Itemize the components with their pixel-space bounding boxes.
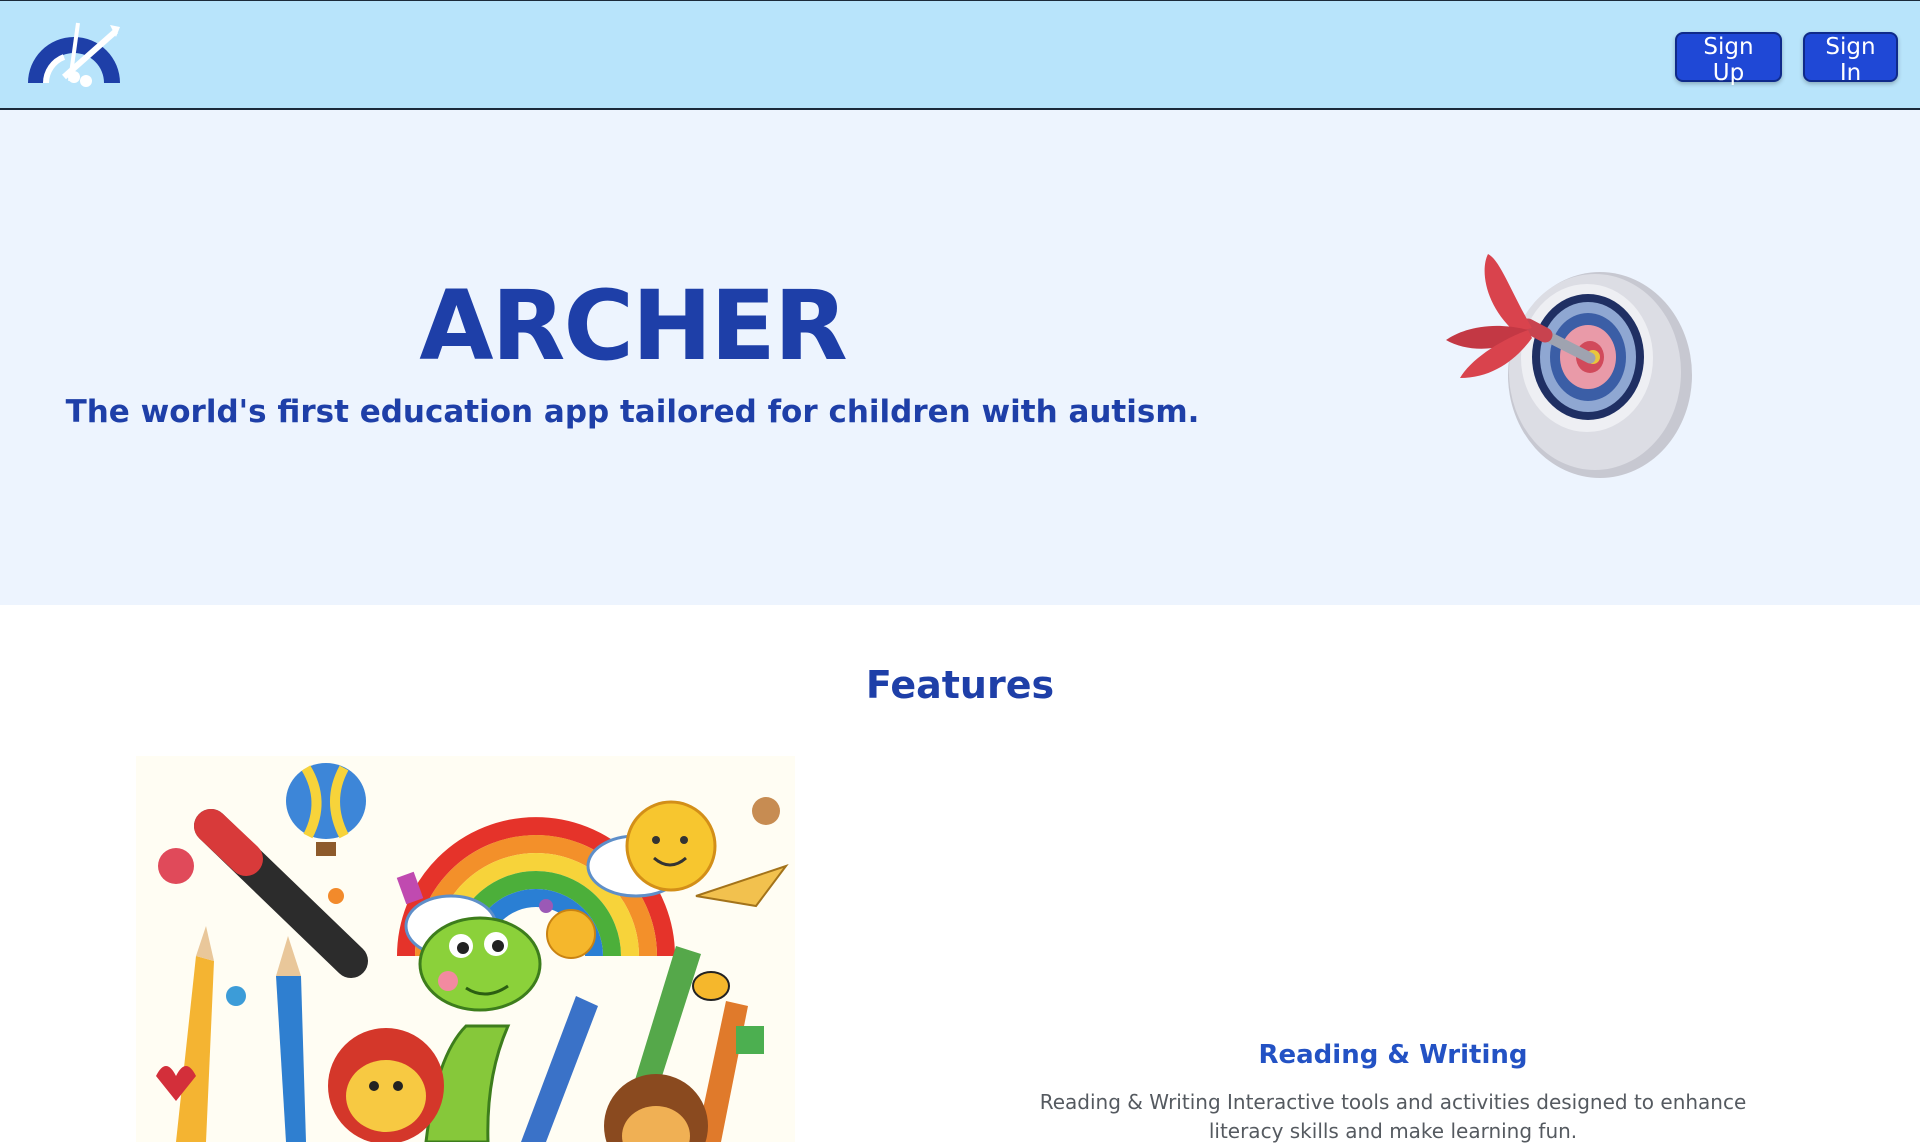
hero-section: ARCHER The world's first education app t… <box>0 110 1920 605</box>
feature-doodle-image <box>136 756 795 1142</box>
archer-logo-icon[interactable] <box>24 19 124 91</box>
dartboard-icon <box>1440 250 1710 480</box>
hero-subtitle: The world's first education app tailored… <box>65 394 1200 430</box>
sign-in-button[interactable]: Sign In <box>1803 32 1898 86</box>
sign-up-button[interactable]: Sign Up <box>1675 32 1782 86</box>
features-heading: Features <box>865 663 1055 707</box>
top-navbar: Sign Up Sign In <box>0 0 1920 110</box>
feature-description-reading-writing: Reading & Writing Interactive tools and … <box>1039 1090 1747 1143</box>
feature-title-reading-writing: Reading & Writing <box>1258 1040 1528 1070</box>
hero-title: ARCHER <box>419 270 848 382</box>
